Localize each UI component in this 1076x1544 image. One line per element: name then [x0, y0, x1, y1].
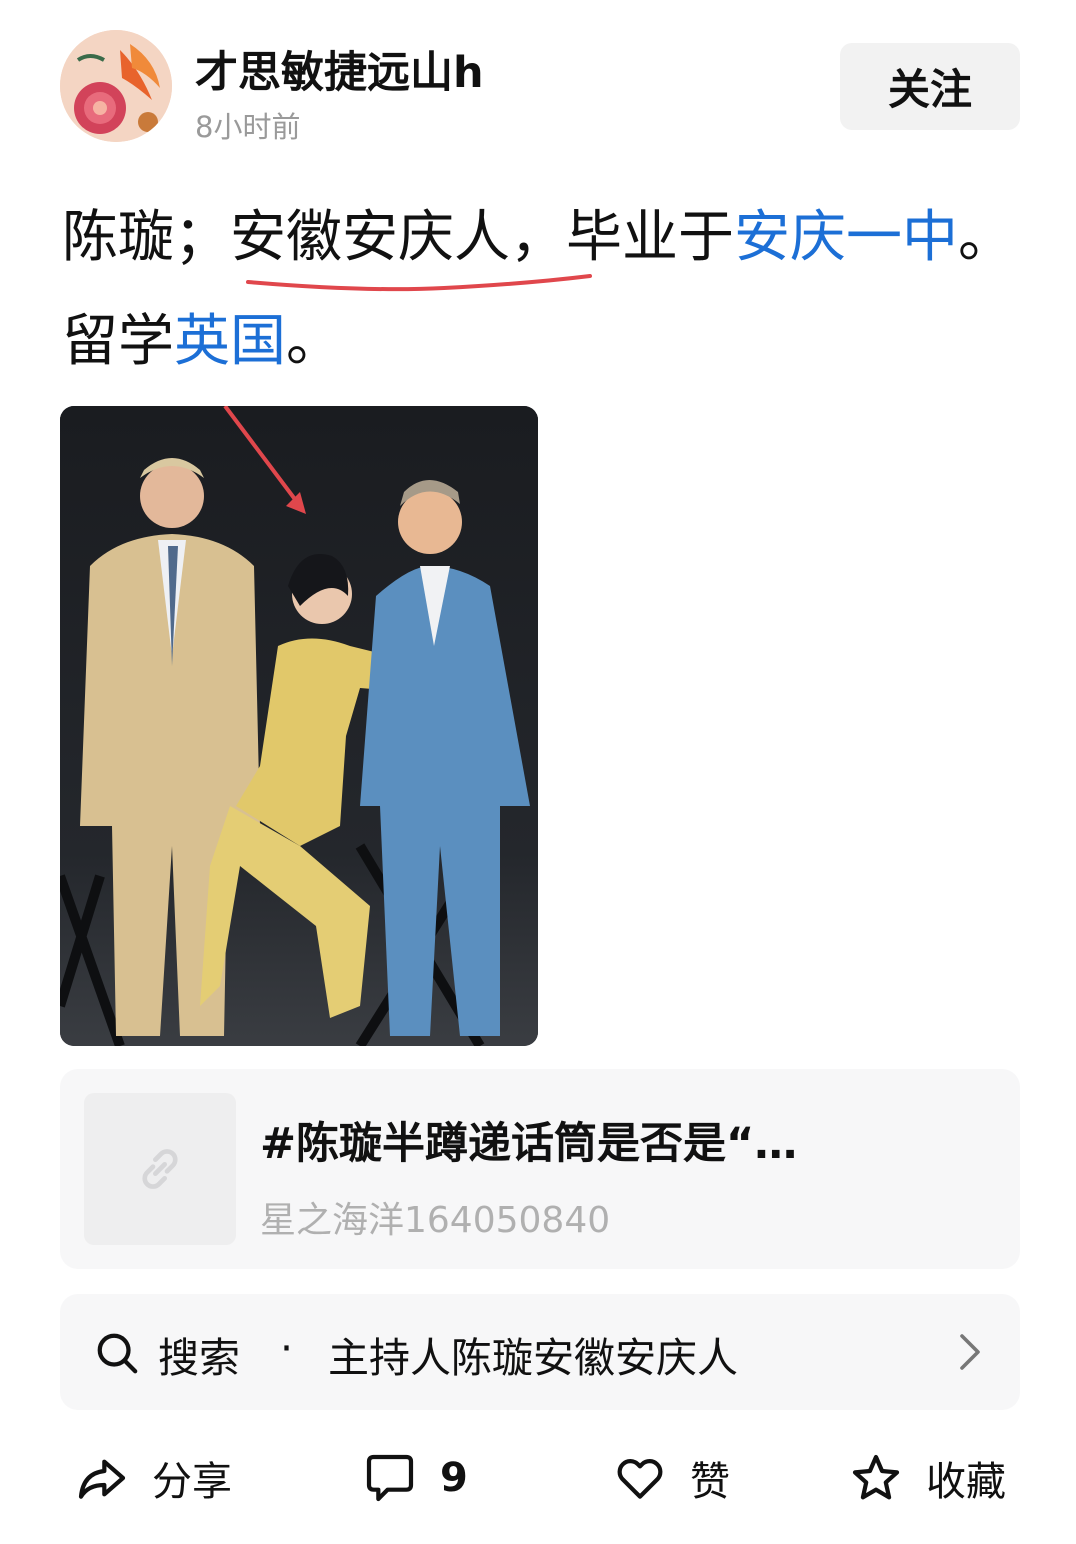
favorite-button[interactable]: 收藏	[848, 1440, 1006, 1516]
avatar-image	[60, 30, 172, 142]
search-query: 主持人陈璇安徽安庆人	[328, 1334, 738, 1382]
search-label: 搜索	[158, 1334, 240, 1382]
search-separator: ·	[280, 1324, 294, 1372]
username[interactable]: 才思敏捷远山h	[195, 38, 484, 100]
favorite-label: 收藏	[926, 1459, 1006, 1505]
related-search-bar[interactable]: 搜索 · 主持人陈璇安徽安庆人	[60, 1294, 1020, 1410]
search-icon	[97, 1333, 138, 1374]
link-icon	[142, 1149, 178, 1189]
link-card[interactable]: #陈璇半蹲递话筒是否是“… 星之海洋164050840	[60, 1069, 1020, 1269]
post-text-segment: 毕业于	[566, 205, 734, 270]
post-photo[interactable]	[60, 406, 538, 1046]
comment-button[interactable]: 9	[362, 1440, 468, 1516]
link-country[interactable]: 英国	[174, 309, 286, 374]
photo-illustration	[60, 406, 538, 1046]
share-label: 分享	[152, 1459, 232, 1505]
link-school[interactable]: 安庆一中	[734, 205, 958, 270]
post-text-segment: 陈璇；	[62, 205, 230, 270]
link-author: 星之海洋164050840	[260, 1200, 611, 1241]
like-button[interactable]: 赞	[612, 1440, 730, 1516]
follow-button[interactable]: 关注	[840, 43, 1020, 130]
post-text-segment: 。	[286, 309, 342, 374]
comment-icon	[366, 1454, 414, 1502]
link-thumbnail	[84, 1093, 236, 1245]
post-timestamp: 8小时前	[195, 110, 301, 144]
comment-count: 9	[440, 1455, 468, 1501]
like-label: 赞	[690, 1459, 730, 1505]
share-button[interactable]: 分享	[74, 1440, 232, 1516]
red-underline-annotation	[246, 274, 592, 292]
avatar[interactable]	[60, 30, 172, 142]
heart-icon	[617, 1459, 663, 1499]
share-icon	[78, 1459, 126, 1499]
star-icon	[852, 1454, 900, 1500]
chevron-right-icon	[960, 1334, 980, 1370]
link-title: #陈璇半蹲递话筒是否是“…	[260, 1119, 798, 1169]
post-text-highlighted: 安徽安庆人，	[230, 205, 566, 270]
